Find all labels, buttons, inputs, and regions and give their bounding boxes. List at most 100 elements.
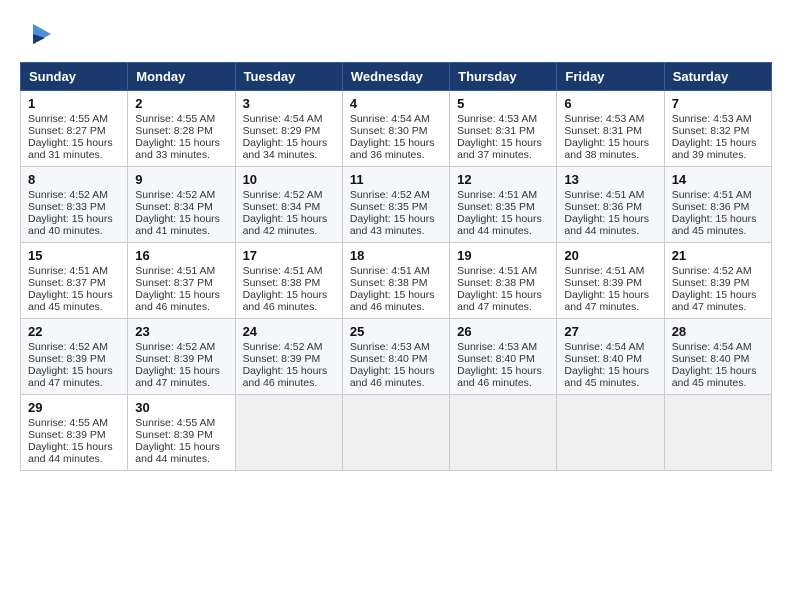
- calendar-day-cell: 27Sunrise: 4:54 AMSunset: 8:40 PMDayligh…: [557, 319, 664, 395]
- day-number: 25: [350, 324, 442, 339]
- calendar-week-row: 22Sunrise: 4:52 AMSunset: 8:39 PMDayligh…: [21, 319, 772, 395]
- calendar-day-cell: 20Sunrise: 4:51 AMSunset: 8:39 PMDayligh…: [557, 243, 664, 319]
- sunset-text: Sunset: 8:38 PM: [457, 277, 535, 289]
- sunrise-text: Sunrise: 4:54 AM: [350, 113, 430, 125]
- sunrise-text: Sunrise: 4:51 AM: [672, 189, 752, 201]
- daylight-text: Daylight: 15 hours and 42 minutes.: [243, 213, 328, 237]
- calendar-day-cell: [664, 395, 771, 471]
- day-number: 22: [28, 324, 120, 339]
- col-saturday: Saturday: [664, 63, 771, 91]
- sunrise-text: Sunrise: 4:55 AM: [28, 113, 108, 125]
- daylight-text: Daylight: 15 hours and 44 minutes.: [135, 441, 220, 465]
- sunset-text: Sunset: 8:32 PM: [672, 125, 750, 137]
- calendar-day-cell: 24Sunrise: 4:52 AMSunset: 8:39 PMDayligh…: [235, 319, 342, 395]
- calendar-day-cell: 15Sunrise: 4:51 AMSunset: 8:37 PMDayligh…: [21, 243, 128, 319]
- logo: [20, 20, 59, 52]
- day-number: 6: [564, 96, 656, 111]
- calendar-day-cell: 28Sunrise: 4:54 AMSunset: 8:40 PMDayligh…: [664, 319, 771, 395]
- sunrise-text: Sunrise: 4:51 AM: [135, 265, 215, 277]
- daylight-text: Daylight: 15 hours and 44 minutes.: [457, 213, 542, 237]
- sunset-text: Sunset: 8:35 PM: [457, 201, 535, 213]
- sunset-text: Sunset: 8:36 PM: [672, 201, 750, 213]
- day-number: 17: [243, 248, 335, 263]
- calendar-week-row: 15Sunrise: 4:51 AMSunset: 8:37 PMDayligh…: [21, 243, 772, 319]
- daylight-text: Daylight: 15 hours and 45 minutes.: [564, 365, 649, 389]
- sunset-text: Sunset: 8:36 PM: [564, 201, 642, 213]
- day-number: 4: [350, 96, 442, 111]
- col-thursday: Thursday: [450, 63, 557, 91]
- calendar-day-cell: 17Sunrise: 4:51 AMSunset: 8:38 PMDayligh…: [235, 243, 342, 319]
- sunrise-text: Sunrise: 4:54 AM: [564, 341, 644, 353]
- col-monday: Monday: [128, 63, 235, 91]
- calendar-day-cell: 7Sunrise: 4:53 AMSunset: 8:32 PMDaylight…: [664, 91, 771, 167]
- calendar-day-cell: 2Sunrise: 4:55 AMSunset: 8:28 PMDaylight…: [128, 91, 235, 167]
- day-number: 12: [457, 172, 549, 187]
- sunrise-text: Sunrise: 4:52 AM: [672, 265, 752, 277]
- calendar-day-cell: 23Sunrise: 4:52 AMSunset: 8:39 PMDayligh…: [128, 319, 235, 395]
- day-number: 11: [350, 172, 442, 187]
- calendar-day-cell: 5Sunrise: 4:53 AMSunset: 8:31 PMDaylight…: [450, 91, 557, 167]
- sunrise-text: Sunrise: 4:51 AM: [457, 189, 537, 201]
- day-number: 16: [135, 248, 227, 263]
- sunset-text: Sunset: 8:40 PM: [350, 353, 428, 365]
- calendar-day-cell: 19Sunrise: 4:51 AMSunset: 8:38 PMDayligh…: [450, 243, 557, 319]
- calendar-day-cell: 8Sunrise: 4:52 AMSunset: 8:33 PMDaylight…: [21, 167, 128, 243]
- daylight-text: Daylight: 15 hours and 45 minutes.: [672, 365, 757, 389]
- calendar-day-cell: 25Sunrise: 4:53 AMSunset: 8:40 PMDayligh…: [342, 319, 449, 395]
- calendar-day-cell: 29 Sunrise: 4:55 AMSunset: 8:39 PMDayligh…: [21, 395, 128, 471]
- sunrise-text: Sunrise: 4:54 AM: [243, 113, 323, 125]
- sunrise-text: Sunrise: 4:54 AM: [672, 341, 752, 353]
- calendar-day-cell: 10Sunrise: 4:52 AMSunset: 8:34 PMDayligh…: [235, 167, 342, 243]
- day-number: 13: [564, 172, 656, 187]
- daylight-text: Daylight: 15 hours and 34 minutes.: [243, 137, 328, 161]
- daylight-text: Daylight: 15 hours and 47 minutes.: [564, 289, 649, 313]
- sunset-text: Sunset: 8:40 PM: [672, 353, 750, 365]
- calendar-table: Sunday Monday Tuesday Wednesday Thursday…: [20, 62, 772, 471]
- day-number: 29: [28, 400, 120, 415]
- calendar-day-cell: 12 Sunrise: 4:51 AMSunset: 8:35 PMDayligh…: [450, 167, 557, 243]
- col-tuesday: Tuesday: [235, 63, 342, 91]
- daylight-text: Daylight: 15 hours and 38 minutes.: [564, 137, 649, 161]
- sunrise-text: Sunrise: 4:52 AM: [135, 189, 215, 201]
- calendar-day-cell: [557, 395, 664, 471]
- daylight-text: Daylight: 15 hours and 44 minutes.: [564, 213, 649, 237]
- sunrise-text: Sunrise: 4:55 AM: [28, 417, 108, 429]
- sunset-text: Sunset: 8:40 PM: [457, 353, 535, 365]
- sunrise-text: Sunrise: 4:52 AM: [350, 189, 430, 201]
- calendar-day-cell: 3Sunrise: 4:54 AMSunset: 8:29 PMDaylight…: [235, 91, 342, 167]
- logo-icon: [23, 16, 59, 52]
- sunset-text: Sunset: 8:29 PM: [243, 125, 321, 137]
- sunrise-text: Sunrise: 4:55 AM: [135, 113, 215, 125]
- day-number: 2: [135, 96, 227, 111]
- col-sunday: Sunday: [21, 63, 128, 91]
- day-number: 8: [28, 172, 120, 187]
- sunrise-text: Sunrise: 4:51 AM: [564, 189, 644, 201]
- day-number: 15: [28, 248, 120, 263]
- sunset-text: Sunset: 8:27 PM: [28, 125, 106, 137]
- calendar-day-cell: 9Sunrise: 4:52 AMSunset: 8:34 PMDaylight…: [128, 167, 235, 243]
- day-number: 7: [672, 96, 764, 111]
- page-header: [20, 20, 772, 52]
- sunset-text: Sunset: 8:37 PM: [28, 277, 106, 289]
- calendar-day-cell: 14Sunrise: 4:51 AMSunset: 8:36 PMDayligh…: [664, 167, 771, 243]
- day-number: 24: [243, 324, 335, 339]
- sunset-text: Sunset: 8:37 PM: [135, 277, 213, 289]
- sunrise-text: Sunrise: 4:52 AM: [135, 341, 215, 353]
- sunset-text: Sunset: 8:31 PM: [564, 125, 642, 137]
- daylight-text: Daylight: 15 hours and 43 minutes.: [350, 213, 435, 237]
- day-number: 1: [28, 96, 120, 111]
- sunrise-text: Sunrise: 4:51 AM: [28, 265, 108, 277]
- day-number: 14: [672, 172, 764, 187]
- sunrise-text: Sunrise: 4:53 AM: [564, 113, 644, 125]
- day-number: 30: [135, 400, 227, 415]
- sunset-text: Sunset: 8:35 PM: [350, 201, 428, 213]
- daylight-text: Daylight: 15 hours and 46 minutes.: [350, 289, 435, 313]
- sunset-text: Sunset: 8:28 PM: [135, 125, 213, 137]
- sunset-text: Sunset: 8:39 PM: [28, 429, 106, 441]
- sunset-text: Sunset: 8:39 PM: [564, 277, 642, 289]
- day-number: 18: [350, 248, 442, 263]
- daylight-text: Daylight: 15 hours and 44 minutes.: [28, 441, 113, 465]
- day-number: 26: [457, 324, 549, 339]
- daylight-text: Daylight: 15 hours and 46 minutes.: [135, 289, 220, 313]
- sunset-text: Sunset: 8:40 PM: [564, 353, 642, 365]
